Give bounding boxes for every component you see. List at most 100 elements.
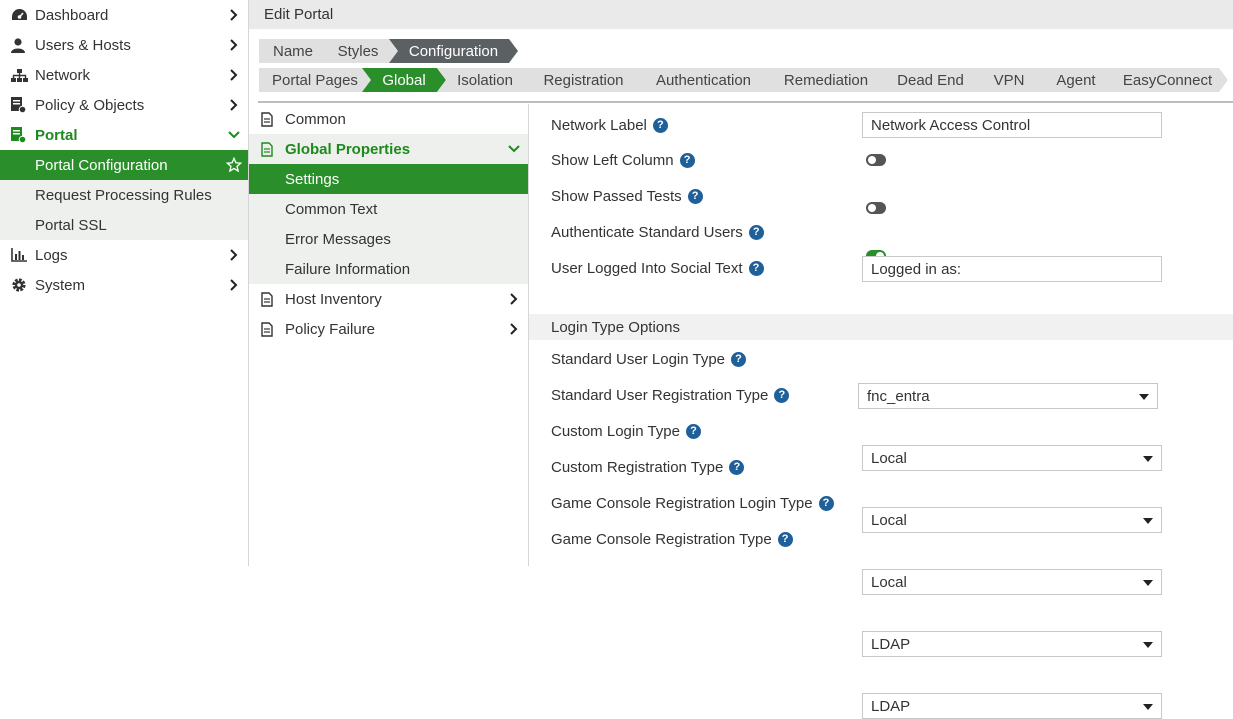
tree-label: Global Properties [285, 140, 411, 158]
game-console-registration-type-select[interactable]: LDAP [862, 693, 1162, 719]
custom-login-type-row: Custom Login Type ? [551, 418, 701, 444]
tree-item-common[interactable]: Common [249, 104, 528, 134]
help-icon[interactable]: ? [652, 117, 668, 133]
standard-user-registration-type-select[interactable]: Local [862, 445, 1162, 471]
star-icon[interactable] [220, 157, 248, 173]
field-label: Game Console Registration Login Type [551, 494, 813, 512]
tree-subitem-error-messages[interactable]: Error Messages [249, 224, 528, 254]
section-header-login-type-options: Login Type Options [529, 314, 1233, 340]
document-icon [249, 111, 285, 127]
chevron-right-icon [220, 99, 248, 111]
nav-item-network[interactable]: Network [0, 60, 248, 90]
help-icon[interactable]: ? [685, 423, 701, 439]
nav-sub-label: Request Processing Rules [35, 186, 212, 204]
nav-label: Network [35, 66, 91, 84]
chevron-right-icon [220, 279, 248, 291]
nav-item-users-hosts[interactable]: Users & Hosts [0, 30, 248, 60]
standard-user-registration-type-row: Standard User Registration Type ? [551, 382, 790, 408]
tab-registration[interactable]: Registration [524, 68, 643, 92]
dropdown-caret-icon [1143, 704, 1153, 710]
tab-global[interactable]: Global [362, 68, 446, 92]
show-left-column-row: Show Left Column ? [551, 147, 695, 173]
show-left-column-toggle[interactable] [866, 154, 886, 166]
nav-label: System [35, 276, 86, 294]
network-icon [0, 68, 35, 82]
nav-subitem-request-processing-rules[interactable]: Request Processing Rules [0, 180, 248, 210]
game-console-registration-login-type-select[interactable]: LDAP [862, 631, 1162, 657]
help-icon[interactable]: ? [687, 188, 703, 204]
nav-subitem-portal-configuration[interactable]: Portal Configuration [0, 150, 248, 180]
show-passed-tests-toggle[interactable] [866, 202, 886, 214]
logs-icon [0, 248, 35, 262]
nav-item-portal[interactable]: Portal [0, 120, 248, 150]
tab-isolation[interactable]: Isolation [437, 68, 533, 92]
select-value: LDAP [871, 635, 911, 653]
select-value: LDAP [871, 697, 911, 715]
help-icon[interactable]: ? [774, 387, 790, 403]
custom-registration-type-row: Custom Registration Type ? [551, 454, 745, 480]
chevron-right-icon [220, 9, 248, 21]
nav-label: Logs [35, 246, 68, 264]
gear-icon [0, 277, 35, 293]
wizard-step-styles[interactable]: Styles [318, 39, 398, 63]
dropdown-caret-icon [1143, 580, 1153, 586]
tree-subitem-failure-information[interactable]: Failure Information [249, 254, 528, 284]
standard-user-login-type-row: Standard User Login Type ? [551, 346, 747, 372]
select-value: fnc_entra [867, 387, 930, 405]
tab-agent[interactable]: Agent [1036, 68, 1116, 92]
user-logged-social-text-input[interactable]: Logged in as: [862, 256, 1162, 282]
user-icon [0, 37, 35, 53]
tree-item-global-properties[interactable]: Global Properties [249, 134, 528, 164]
nav-label: Policy & Objects [35, 96, 145, 114]
nav-item-dashboard[interactable]: Dashboard [0, 0, 248, 30]
tab-remediation[interactable]: Remediation [764, 68, 888, 92]
nav-item-policy-objects[interactable]: Policy & Objects [0, 90, 248, 120]
document-icon [249, 291, 285, 307]
help-icon[interactable]: ? [748, 260, 764, 276]
help-icon[interactable]: ? [729, 459, 745, 475]
chevron-down-icon [220, 131, 248, 139]
help-icon[interactable]: ? [731, 351, 747, 367]
tab-dead-end[interactable]: Dead End [879, 68, 982, 92]
nav-subitem-portal-ssl[interactable]: Portal SSL [0, 210, 248, 240]
tab-authentication[interactable]: Authentication [634, 68, 773, 92]
wizard-step-name[interactable]: Name [259, 39, 327, 63]
nav-sub-label: Portal SSL [35, 216, 107, 234]
wizard-step-configuration[interactable]: Configuration [389, 39, 518, 63]
tree-item-policy-failure[interactable]: Policy Failure [249, 314, 528, 344]
portal-icon [0, 127, 35, 143]
nav-item-logs[interactable]: Logs [0, 240, 248, 270]
custom-login-type-select[interactable]: Local [862, 507, 1162, 533]
help-icon[interactable]: ? [748, 224, 764, 240]
document-icon [249, 141, 285, 157]
tab-easyconnect[interactable]: EasyConnect [1107, 68, 1228, 92]
nav-label: Dashboard [35, 6, 109, 24]
field-label: Show Left Column [551, 151, 674, 169]
field-label: Game Console Registration Type [551, 530, 772, 548]
help-icon[interactable]: ? [777, 531, 793, 547]
chevron-right-icon [220, 249, 248, 261]
user-logged-social-text-row: User Logged Into Social Text ? [551, 255, 764, 281]
nav-item-system[interactable]: System [0, 270, 248, 300]
tree-subitem-settings[interactable]: Settings [249, 164, 528, 194]
config-tabs: Portal Pages Global Isolation Registrati… [259, 68, 1219, 92]
tree-label: Policy Failure [285, 320, 376, 338]
custom-registration-type-select[interactable]: Local [862, 569, 1162, 595]
nav-sub-label: Portal Configuration [35, 156, 168, 174]
tab-portal-pages[interactable]: Portal Pages [259, 68, 371, 92]
chevron-right-icon [500, 293, 528, 305]
chevron-right-icon [220, 39, 248, 51]
standard-user-login-type-select[interactable]: fnc_entra [858, 383, 1158, 409]
help-icon[interactable]: ? [818, 495, 834, 511]
network-label-input[interactable]: Network Access Control [862, 112, 1162, 138]
tab-vpn[interactable]: VPN [973, 68, 1045, 92]
select-value: Local [871, 511, 907, 529]
field-label: Standard User Login Type [551, 350, 726, 368]
document-icon [249, 321, 285, 337]
nav-label: Users & Hosts [35, 36, 131, 54]
tree-item-host-inventory[interactable]: Host Inventory [249, 284, 528, 314]
tree-subitem-common-text[interactable]: Common Text [249, 194, 528, 224]
help-icon[interactable]: ? [679, 152, 695, 168]
dropdown-caret-icon [1143, 642, 1153, 648]
settings-form: Network Label ? Network Access Control S… [529, 104, 1233, 719]
